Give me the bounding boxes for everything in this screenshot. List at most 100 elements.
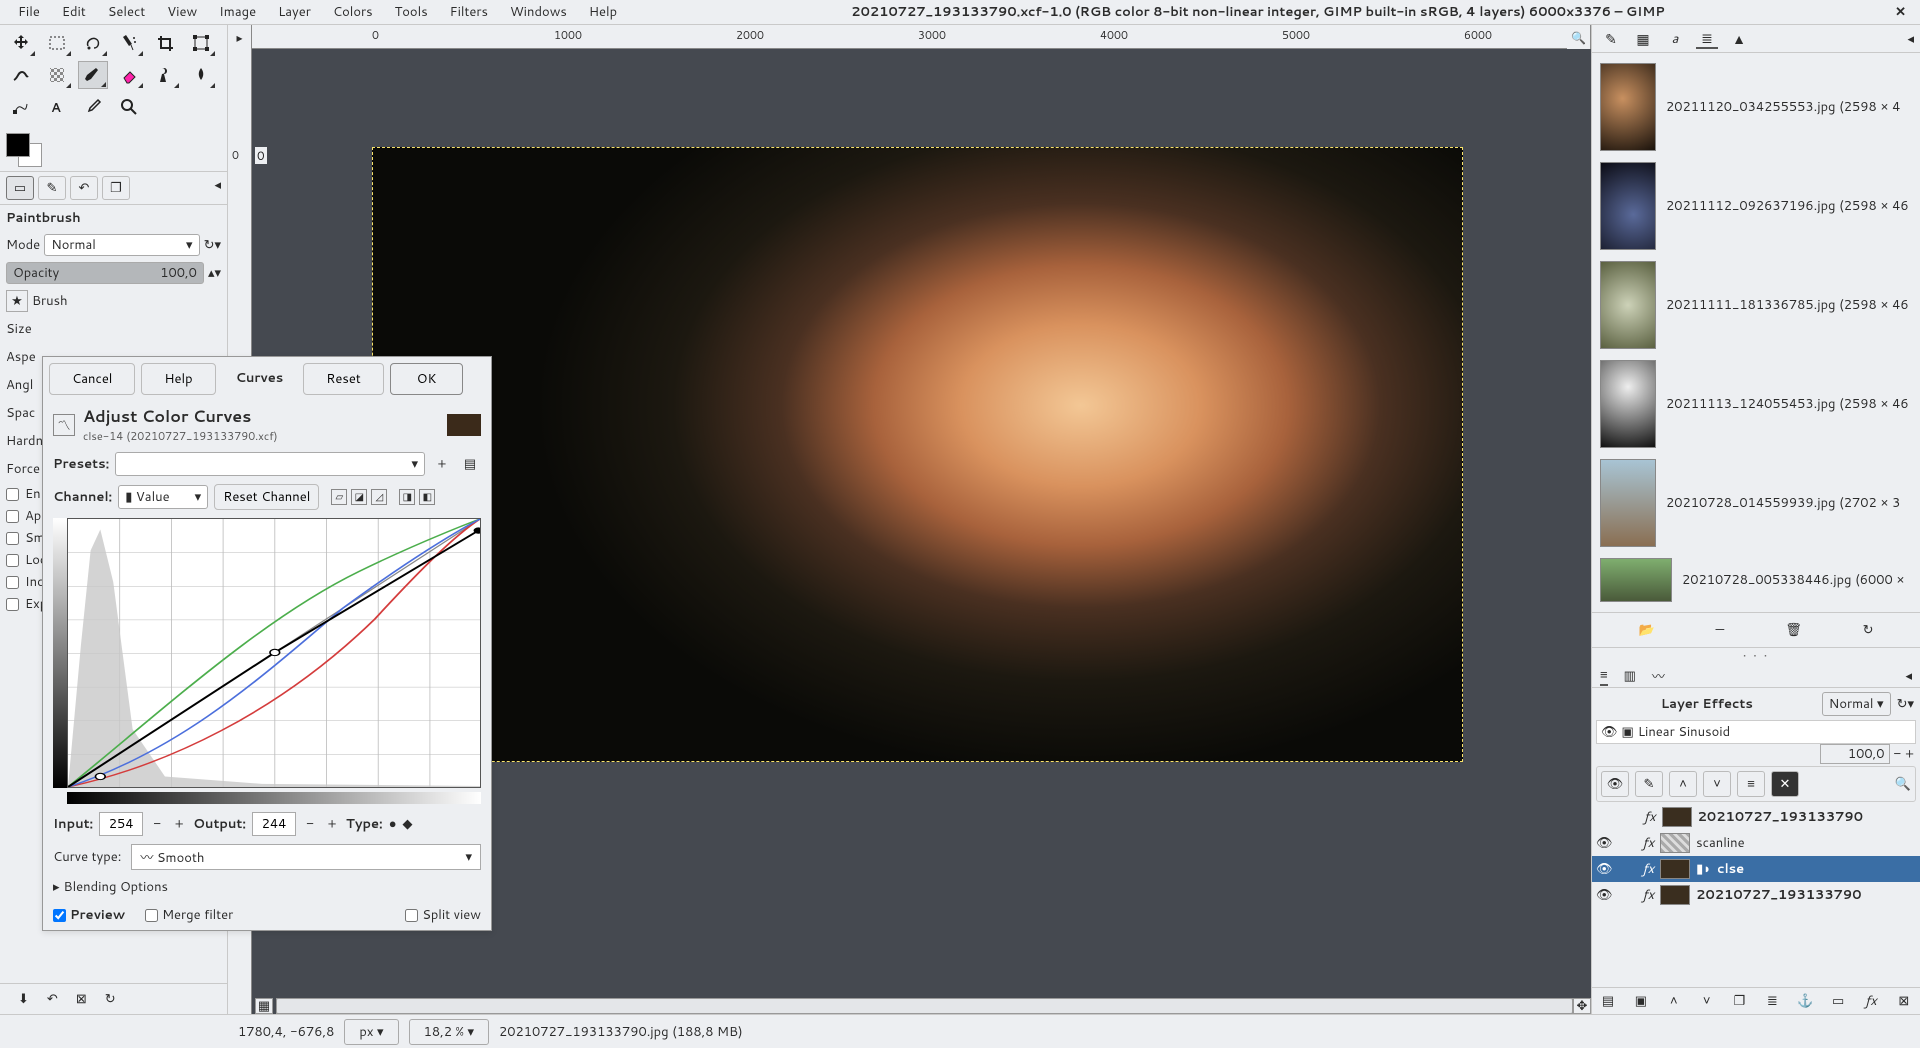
smudge-tool-icon[interactable] [186,61,216,89]
curve-type-select[interactable]: 〰 Smooth▾ [131,844,481,870]
new-layer-icon[interactable]: ▤ [1598,992,1618,1010]
point-smooth-icon[interactable]: ● [389,815,397,833]
fx-icon[interactable]: fx [1861,992,1881,1010]
eye-icon[interactable]: 👁 [1601,723,1618,741]
smooth-stroke-check[interactable] [6,532,19,545]
delete-layer-icon[interactable]: ⊠ [1894,992,1914,1010]
menu-view[interactable]: View [157,0,207,24]
transform-tool-icon[interactable] [186,29,216,57]
split-view-check[interactable] [405,909,418,922]
menu-layer[interactable]: Layer [268,0,321,24]
mode-reset-icon[interactable]: ↻▾ [204,236,221,254]
close-icon[interactable]: ✕ [1889,3,1912,21]
linear-hist-icon[interactable]: ▱ [331,489,347,505]
channels-tab-icon[interactable]: ▥ [1624,667,1636,685]
reset-channel-button[interactable]: Reset Channel [214,484,319,510]
edit-fx-icon[interactable]: ✎ [1635,771,1663,797]
perceptual-hist-icon[interactable]: ◪ [351,489,367,505]
merge-filter-check[interactable] [145,909,158,922]
cancel-button[interactable]: Cancel [49,363,135,395]
layer-row[interactable]: 👁fxscanline [1592,830,1920,856]
ruler-menu-icon[interactable]: ▸ [228,25,252,49]
patterns-tab-icon[interactable]: ▦ [1632,29,1654,49]
menu-image[interactable]: Image [209,0,266,24]
eraser-tool-icon[interactable] [114,61,144,89]
list-item[interactable]: 20211120_034255553.jpg (2598 × 4 [1596,57,1916,156]
reset-options-icon[interactable]: ↻ [105,990,116,1008]
save-options-icon[interactable]: ⬇ [18,990,29,1008]
tool-preset-icon[interactable]: ✎ [38,176,66,200]
undo-history-icon[interactable]: ↶ [70,176,98,200]
open-icon[interactable]: 📂 [1638,621,1654,639]
incremental-check[interactable] [6,576,19,589]
restore-options-icon[interactable]: ↶ [47,990,58,1008]
lower-layer-icon[interactable]: ˅ [1697,992,1717,1010]
delete-fx-icon[interactable]: ✕ [1771,771,1799,797]
unit-select[interactable]: px ▾ [344,1019,398,1045]
mode-reset-icon[interactable]: ↻▾ [1897,695,1914,713]
ruler-horizontal[interactable]: 0 1000 2000 3000 4000 5000 6000 [252,25,1567,48]
input-dec-icon[interactable]: − [149,812,165,836]
merge-fx-icon[interactable]: ≡ [1737,771,1765,797]
crop-tool-icon[interactable] [150,29,180,57]
list-item[interactable]: 20211112_092637196.jpg (2598 × 46 [1596,156,1916,255]
rect-select-tool-icon[interactable] [42,29,72,57]
minus-icon[interactable]: − [1894,745,1902,763]
input-value[interactable] [99,812,143,836]
image-canvas[interactable] [372,147,1463,762]
output-inc-icon[interactable]: + [324,812,340,836]
refresh-icon[interactable]: ↻ [1863,621,1874,639]
move-down-icon[interactable]: ˅ [1703,771,1731,797]
layer-row[interactable]: 👁fx20210727_193133790 [1592,882,1920,908]
document-history-tab-icon[interactable]: ≣ [1696,29,1718,49]
brush-preview-icon[interactable]: ★ [6,290,28,312]
fuzzy-select-tool-icon[interactable] [114,29,144,57]
text-tool-icon[interactable]: A [42,93,72,121]
new-group-icon[interactable]: ▣ [1631,992,1651,1010]
menu-filters[interactable]: Filters [440,0,498,24]
warp-tool-icon[interactable] [6,61,36,89]
lock-brush-check[interactable] [6,554,19,567]
merge-down-icon[interactable]: ≣ [1762,992,1782,1010]
channel-select[interactable]: ▮ Value▾ [118,485,208,509]
zoom-corner-icon[interactable]: 🔍 [1567,25,1591,49]
remove-icon[interactable]: — [1716,621,1725,639]
list-item[interactable]: 20210728_005338446.jpg (6000 × [1596,552,1916,608]
menu-windows[interactable]: Windows [500,0,577,24]
fg-color[interactable] [6,133,30,157]
anchor-layer-icon[interactable]: ⚓ [1795,992,1815,1010]
output-dec-icon[interactable]: − [302,812,318,836]
color-picker-tool-icon[interactable] [78,93,108,121]
apply-jitter-check[interactable] [6,510,19,523]
detach-icon[interactable]: ◂ [214,176,221,200]
quickmask-icon[interactable]: ▦ [255,998,273,1014]
paintbrush-tool-icon[interactable] [78,61,108,89]
brushes-tab-icon[interactable]: ✎ [1600,29,1622,49]
enable-dynamics-check[interactable] [6,488,19,501]
raise-layer-icon[interactable]: ˄ [1664,992,1684,1010]
path-tool-icon[interactable] [6,93,36,121]
list-item[interactable]: 20211113_124055453.jpg (2598 × 46 [1596,354,1916,453]
move-up-icon[interactable]: ˄ [1669,771,1697,797]
output-value[interactable] [252,812,296,836]
eye-icon[interactable]: 👁 [1596,860,1613,878]
preview-check[interactable] [53,909,66,922]
help-button[interactable]: Help [141,363,215,395]
log-hist-icon[interactable]: ◿ [371,489,387,505]
list-item[interactable]: 20211111_181336785.jpg (2598 × 46 [1596,255,1916,354]
layer-row[interactable]: fx20210727_193133790 [1592,804,1920,830]
expand-layers-check[interactable] [6,598,19,611]
menu-tools[interactable]: Tools [385,0,438,24]
layers-tab-icon[interactable]: ≡ [1600,666,1608,686]
output-bw-icon[interactable]: ◧ [419,489,435,505]
color-swatches[interactable] [0,129,227,171]
clone-tool-icon[interactable] [150,61,180,89]
point-corner-icon[interactable]: ◆ [403,815,413,833]
navigate-icon[interactable]: ✥ [1573,998,1591,1014]
mask-icon[interactable]: ▭ [1828,992,1848,1010]
opacity-stepper[interactable]: ▴▾ [208,264,221,282]
clear-icon[interactable]: 🗑 [1785,621,1802,639]
zoom-tool-icon[interactable] [114,93,144,121]
duplicate-layer-icon[interactable]: ❐ [1730,992,1750,1010]
add-preset-icon[interactable]: + [431,453,453,475]
